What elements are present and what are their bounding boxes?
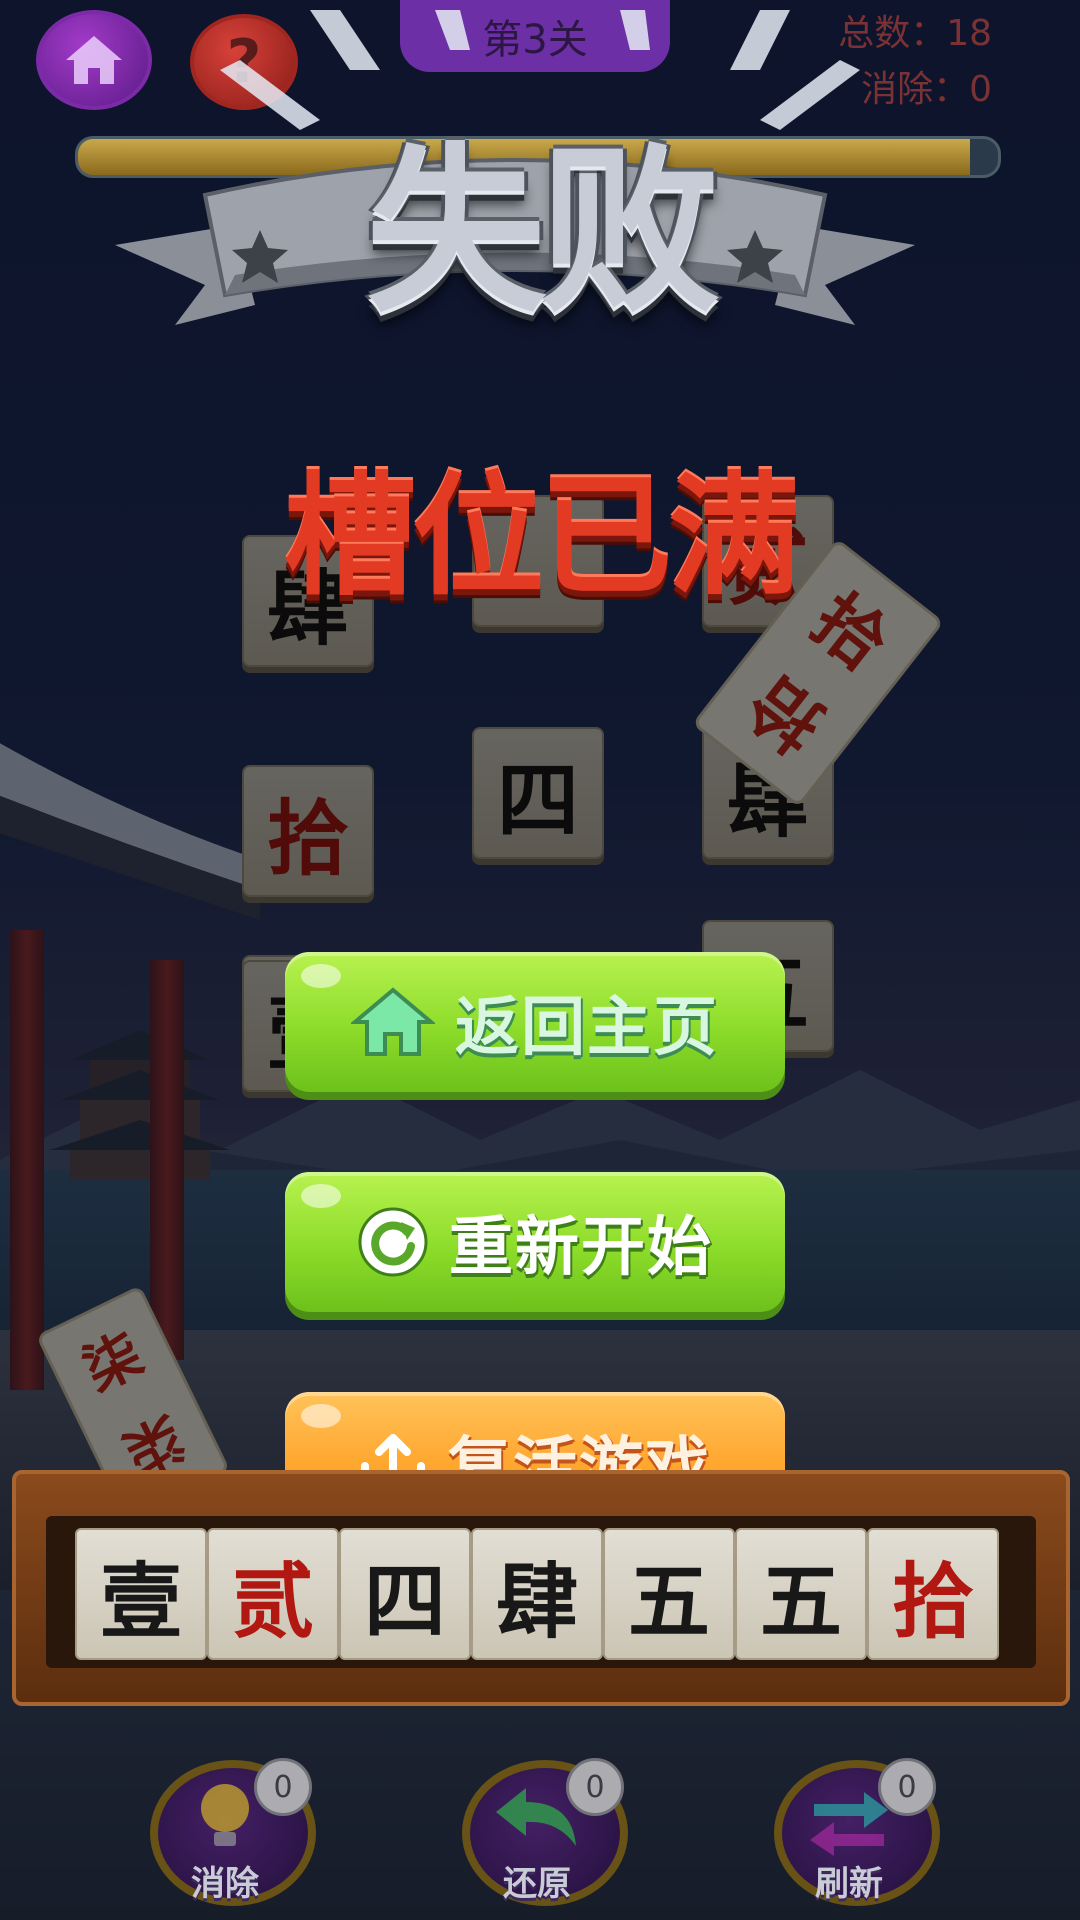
card-char: 拾 (732, 660, 839, 769)
fail-reason: 槽位已满 (284, 460, 800, 614)
slot-tile: 五 (603, 1528, 735, 1660)
board-tile[interactable]: 四 (472, 727, 604, 859)
tool-eliminate[interactable]: 消除 0 (150, 1758, 316, 1910)
return-home-label: 返回主页 (455, 991, 719, 1065)
gloss (301, 1404, 341, 1428)
board-tile[interactable]: 拾 (242, 765, 374, 897)
slot-tile: 贰 (207, 1528, 339, 1660)
lightbulb-icon (201, 1784, 249, 1846)
tool-count-badge: 0 (566, 1758, 624, 1816)
slot-tile: 肆 (471, 1528, 603, 1660)
fail-title: 失败 (365, 128, 720, 337)
slot-tile: 五 (735, 1528, 867, 1660)
slot-tile: 拾 (867, 1528, 999, 1660)
slot-tile: 壹 (75, 1528, 207, 1660)
tool-label: 刷新 (815, 1864, 883, 1904)
restart-button[interactable]: 重新开始 (285, 1172, 785, 1312)
gloss (301, 1184, 341, 1208)
tool-count-badge: 0 (878, 1758, 936, 1816)
tool-refresh[interactable]: 刷新 0 (774, 1758, 940, 1910)
tool-count-badge: 0 (254, 1758, 312, 1816)
tool-label: 消除 (191, 1864, 259, 1904)
slot-tile: 四 (339, 1528, 471, 1660)
tool-label: 还原 (503, 1864, 571, 1904)
restart-label: 重新开始 (449, 1211, 713, 1285)
refresh-icon (358, 1207, 428, 1277)
gloss (301, 964, 341, 988)
home-icon (351, 987, 435, 1056)
return-home-button[interactable]: 返回主页 (285, 952, 785, 1092)
tool-undo[interactable]: 还原 0 (462, 1758, 628, 1910)
home-icon (66, 36, 122, 84)
card-char: 柒 (73, 1320, 153, 1405)
